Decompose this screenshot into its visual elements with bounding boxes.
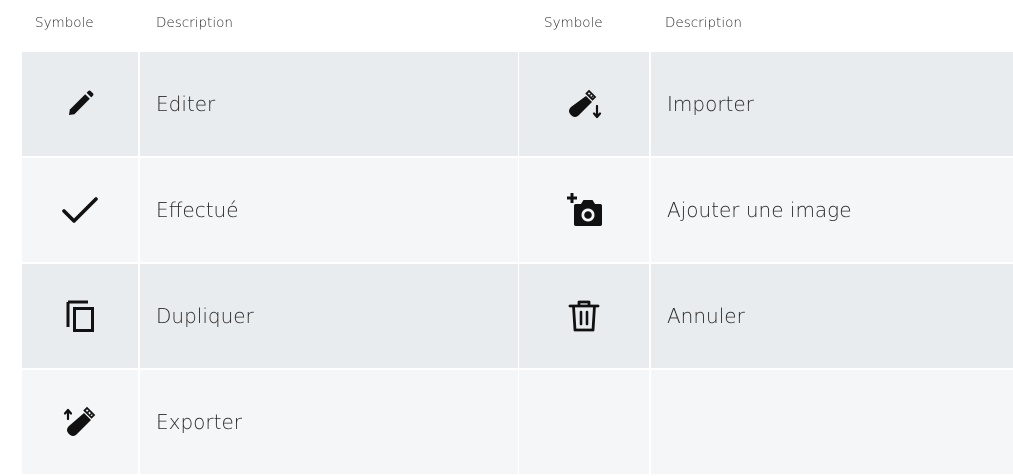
add-photo-icon: [564, 190, 604, 230]
legend-row-empty: [519, 370, 1013, 474]
symbol-cell: [22, 264, 138, 368]
legend-row-annuler: Annuler: [519, 264, 1013, 368]
description-cell: Ajouter une image: [651, 158, 1013, 262]
legend-label: Ajouter une image: [667, 198, 852, 222]
left-header: Symbole Description: [22, 0, 518, 52]
symbol-cell: [519, 264, 649, 368]
left-symbol-header: Symbole: [35, 15, 94, 31]
legend-row-effectue: Effectué: [22, 158, 518, 262]
usb-import-icon: [564, 84, 604, 124]
right-symbol-header: Symbole: [544, 15, 603, 31]
legend-row-editer: Editer: [22, 52, 518, 156]
legend-label: Editer: [156, 92, 216, 116]
description-cell: [651, 370, 1013, 474]
description-cell: Importer: [651, 52, 1013, 156]
right-header: Symbole Description: [519, 0, 1013, 52]
left-description-header: Description: [156, 15, 233, 31]
symbol-cell: [519, 370, 649, 474]
description-cell: Exporter: [140, 370, 518, 474]
left-column-group: Symbole Description Editer Effectué Dupl…: [22, 0, 518, 476]
legend-label: Exporter: [156, 410, 242, 434]
trash-icon: [564, 296, 604, 336]
legend-label: Dupliquer: [156, 304, 254, 328]
right-description-header: Description: [665, 15, 742, 31]
symbol-legend-table: Symbole Description Editer Effectué Dupl…: [0, 0, 1013, 474]
checkmark-icon: [60, 190, 100, 230]
symbol-cell: [22, 158, 138, 262]
legend-label: Importer: [667, 92, 754, 116]
symbol-cell: [519, 52, 649, 156]
duplicate-icon: [60, 296, 100, 336]
right-column-group: Symbole Description Importer Ajouter une…: [519, 0, 1013, 476]
symbol-cell: [519, 158, 649, 262]
description-cell: Editer: [140, 52, 518, 156]
legend-label: Effectué: [156, 198, 239, 222]
legend-row-importer: Importer: [519, 52, 1013, 156]
legend-row-exporter: Exporter: [22, 370, 518, 474]
description-cell: Effectué: [140, 158, 518, 262]
symbol-cell: [22, 370, 138, 474]
legend-row-ajouter-image: Ajouter une image: [519, 158, 1013, 262]
usb-export-icon: [60, 402, 100, 442]
symbol-cell: [22, 52, 138, 156]
description-cell: Dupliquer: [140, 264, 518, 368]
legend-row-dupliquer: Dupliquer: [22, 264, 518, 368]
legend-label: Annuler: [667, 304, 745, 328]
pencil-icon: [60, 84, 100, 124]
description-cell: Annuler: [651, 264, 1013, 368]
